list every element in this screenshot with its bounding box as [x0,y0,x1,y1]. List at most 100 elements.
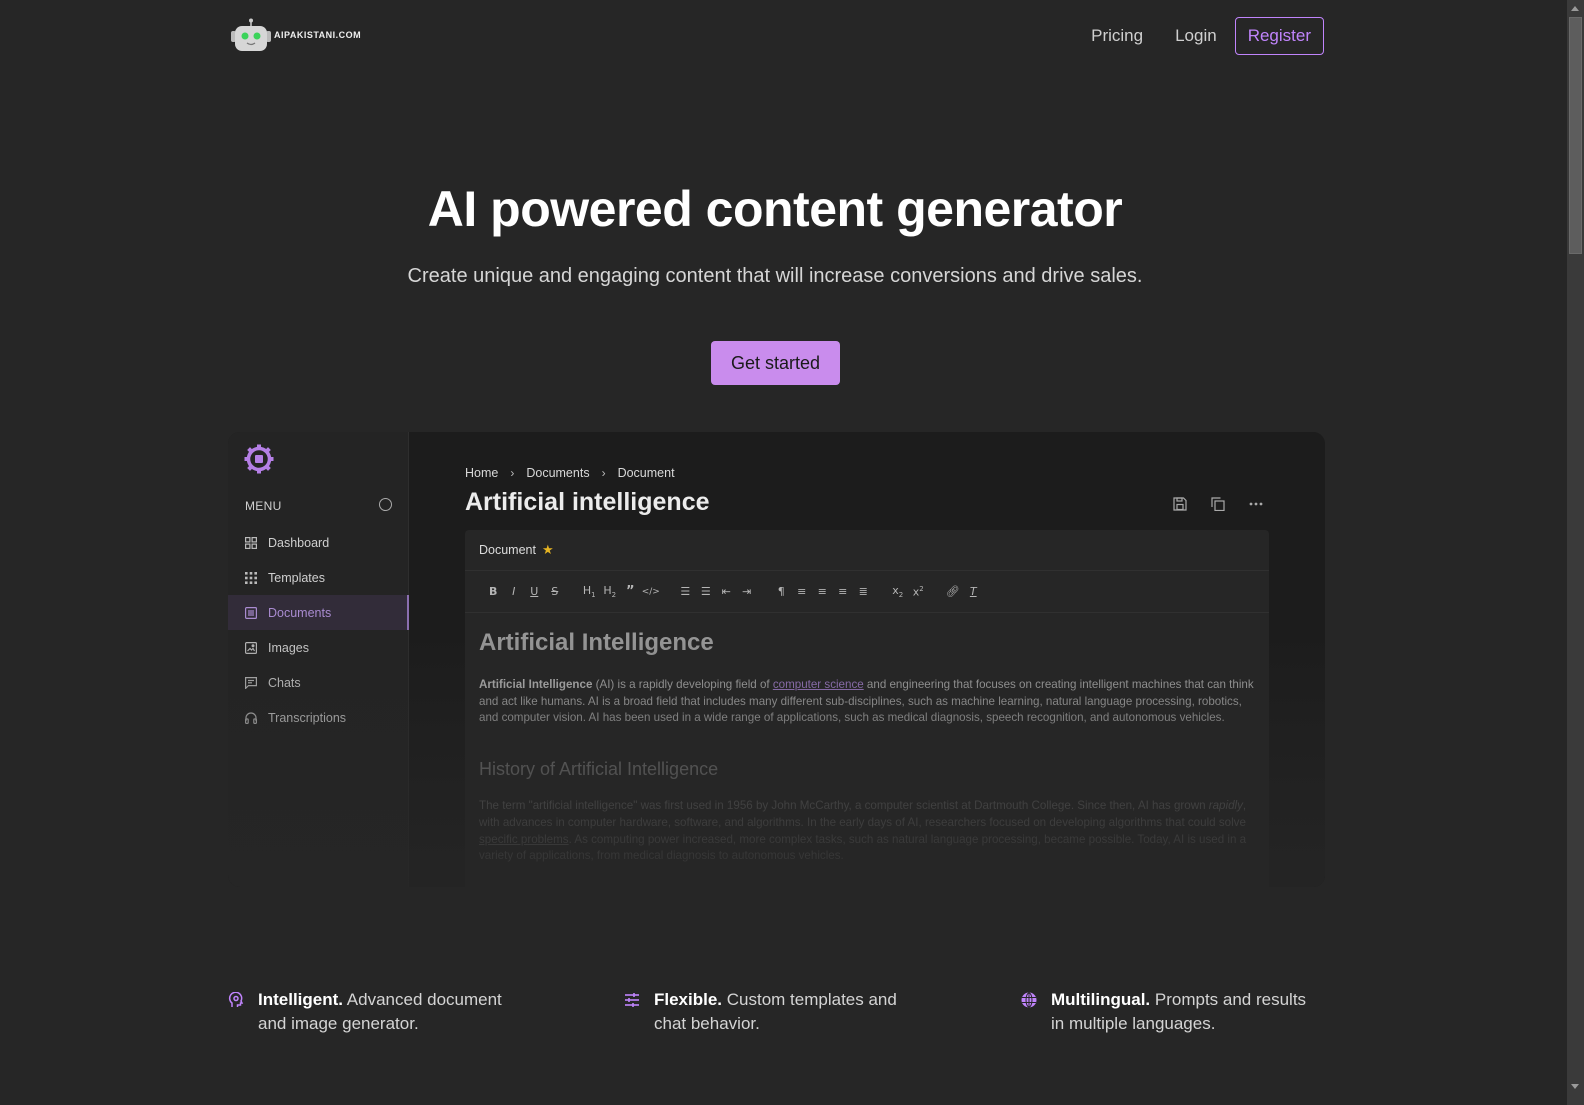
hero-title: AI powered content generator [427,181,1123,237]
save-icon[interactable] [1173,497,1189,513]
clear-format-button[interactable]: T [963,585,984,598]
scroll-up-arrow-icon[interactable] [1571,6,1579,11]
feature-text: Multilingual. Prompts and results in mul… [1051,988,1321,1036]
align-left-button[interactable]: ≡ [792,585,813,598]
outdent-button[interactable]: ⇤ [716,585,737,598]
align-center-button[interactable]: ≡ [812,585,833,598]
sidebar-item-label: Dashboard [268,535,330,550]
paragraph-text: The term "artificial intelligence" was f… [479,799,1209,813]
feature-title: Intelligent. [258,990,343,1009]
italic-button[interactable]: I [504,585,525,598]
grid-dots-icon [245,571,257,584]
menu-label: MENU [245,499,282,513]
headphones-icon [245,711,257,724]
hero-subtitle: Create unique and engaging content that … [407,265,1143,287]
sidebar-item-dashboard[interactable]: Dashboard [228,525,409,560]
nav-login-link[interactable]: Login [1175,26,1217,46]
dashboard-icon [245,536,257,549]
feature-intelligent: Intelligent. Advanced document and image… [228,988,528,1036]
italic-text: rapidly [1208,799,1243,813]
content-subheading: History of Artificial Intelligence [479,759,719,780]
brain-icon [228,992,244,1007]
underline-button[interactable]: U [524,585,545,598]
feature-title: Multilingual. [1051,990,1151,1009]
code-button[interactable]: </> [641,587,662,597]
app-preview: MENU Dashboard Templates Documents Image… [228,432,1325,887]
breadcrumb: Home › Documents › Document [465,466,675,480]
main-nav: Pricing Login Register [1091,17,1324,55]
align-right-button[interactable]: ≡ [833,585,854,598]
superscript-button[interactable]: x2 [908,585,929,599]
content-paragraph: Artificial Intelligence (AI) is a rapidl… [479,677,1255,727]
feature-text: Intelligent. Advanced document and image… [258,988,528,1036]
star-icon[interactable]: ★ [542,542,554,558]
sidebar-item-chats[interactable]: Chats [228,665,409,700]
feature-text: Flexible. Custom templates and chat beha… [654,988,924,1036]
chevron-right-icon: › [510,466,515,480]
chip-logo-icon [244,444,274,474]
register-button[interactable]: Register [1234,17,1324,55]
breadcrumb-home[interactable]: Home [465,466,498,480]
document-actions [1173,497,1265,513]
quote-button[interactable]: ” [620,584,641,599]
sidebar-item-documents[interactable]: Documents [228,595,409,630]
link-button[interactable]: 🔗︎ [943,585,964,598]
preview-sidebar: MENU Dashboard Templates Documents Image… [228,432,409,887]
logo-text: AIPAKISTANI.COM [274,30,362,40]
theme-toggle-icon[interactable] [379,498,392,511]
get-started-button[interactable]: Get started [711,341,840,385]
sidebar-item-label: Chats [268,675,301,690]
indent-button[interactable]: ⇥ [737,585,758,598]
more-options-icon[interactable] [1249,497,1265,513]
sidebar-item-label: Documents [268,605,332,620]
bold-term: Artificial Intelligence [479,678,593,691]
text-direction-button[interactable]: ¶ [771,585,792,598]
breadcrumb-document: Document [617,466,675,480]
globe-icon [1021,992,1037,1008]
image-icon [245,641,257,654]
content-heading: Artificial Intelligence [479,629,714,656]
ordered-list-button[interactable]: ☰ [675,585,696,598]
sidebar-item-images[interactable]: Images [228,630,409,665]
robot-logo-icon [231,18,271,51]
computer-science-link[interactable]: computer science [773,678,864,691]
document-icon [245,606,257,619]
sliders-icon [625,993,639,1007]
editor-content[interactable]: Artificial Intelligence Artificial Intel… [465,613,1269,879]
feature-flexible: Flexible. Custom templates and chat beha… [624,988,924,1036]
document-editor: Document ★ B I U S H1 H2 ” </> ☰ ☰ ⇤ ⇥ ¶… [465,530,1269,887]
chevron-right-icon: › [601,466,606,480]
bullet-list-button[interactable]: ☰ [696,585,717,598]
document-title: Artificial intelligence [465,488,710,516]
feature-multilingual: Multilingual. Prompts and results in mul… [1021,988,1321,1036]
content-paragraph: The term "artificial intelligence" was f… [479,798,1255,865]
paragraph-text: (AI) is a rapidly developing field of [592,678,773,691]
justify-button[interactable]: ≣ [853,585,874,598]
nav-pricing-link[interactable]: Pricing [1091,26,1143,46]
sidebar-item-label: Images [268,640,309,655]
feature-title: Flexible. [654,990,723,1009]
site-logo[interactable]: AIPAKISTANI.COM [230,18,361,52]
scrollbar-thumb[interactable] [1569,17,1582,254]
heading1-button[interactable]: H1 [579,584,600,599]
top-navbar: AIPAKISTANI.COM Pricing Login Register [0,0,1550,72]
specific-problems-link[interactable]: specific problems [479,833,569,846]
sidebar-item-templates[interactable]: Templates [228,560,409,595]
scroll-down-arrow-icon[interactable] [1571,1084,1579,1089]
sidebar-item-transcriptions[interactable]: Transcriptions [228,700,409,735]
preview-main: Home › Documents › Document Artificial i… [409,432,1325,887]
paragraph-text: . As computing power increased, more com… [479,832,1247,863]
editor-header-label: Document [479,543,536,557]
strikethrough-button[interactable]: S [545,585,566,598]
heading2-button[interactable]: H2 [600,584,621,599]
page-scrollbar[interactable] [1567,0,1584,1105]
sidebar-item-label: Templates [268,570,325,585]
copy-icon[interactable] [1211,497,1227,513]
editor-toolbar: B I U S H1 H2 ” </> ☰ ☰ ⇤ ⇥ ¶ ≡ ≡ ≡ ≣ x2… [465,571,1269,613]
sidebar-item-label: Transcriptions [268,710,347,725]
subscript-button[interactable]: x2 [888,584,909,599]
chat-icon [245,676,257,689]
editor-header: Document ★ [465,530,1269,571]
breadcrumb-documents[interactable]: Documents [526,466,589,480]
bold-button[interactable]: B [483,585,504,598]
